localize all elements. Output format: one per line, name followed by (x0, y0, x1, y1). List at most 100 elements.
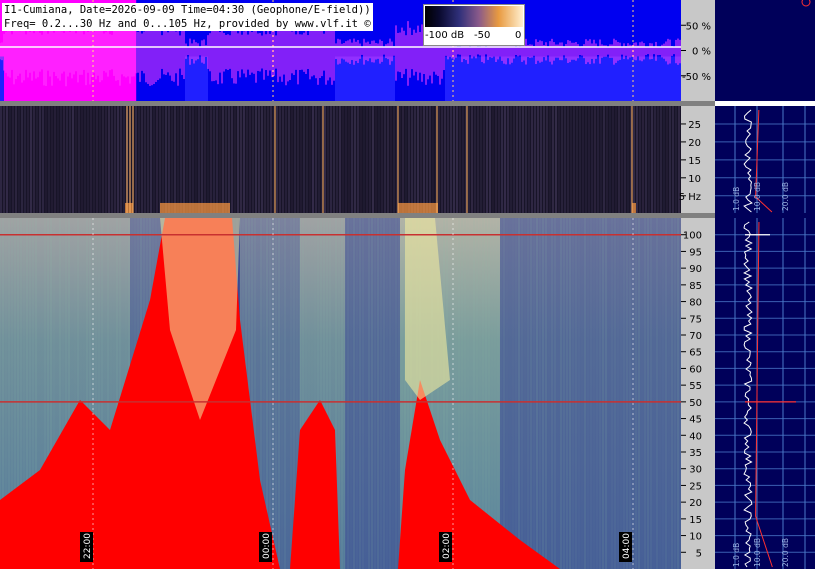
low-noise-column (633, 106, 635, 213)
low-noise-column (192, 106, 194, 213)
low-noise-column (66, 106, 68, 213)
low-noise-column (102, 106, 104, 213)
low-noise-column (588, 106, 590, 213)
high-tick-label: 40 (689, 431, 702, 442)
low-noise-column (657, 106, 659, 213)
low-noise-column (651, 106, 653, 213)
low-noise-column (306, 106, 308, 213)
low-noise-column (336, 106, 338, 213)
low-noise-column (387, 106, 389, 213)
low-noise-column (60, 106, 62, 213)
low-noise-column (405, 106, 407, 213)
low-noise-column (279, 106, 281, 213)
low-noise-column (519, 106, 521, 213)
low-noise-column (276, 106, 278, 213)
low-noise-column (168, 106, 170, 213)
low-noise-column (78, 106, 80, 213)
low-noise-column (582, 106, 584, 213)
low-noise-column (423, 106, 425, 213)
high-tick-label: 50 (689, 398, 702, 409)
low-burst (160, 202, 230, 213)
low-noise-column (513, 106, 515, 213)
colorbar-legend: -100 dB -50 0 (423, 4, 525, 46)
low-noise-column (552, 106, 554, 213)
low-noise-column (621, 106, 623, 213)
low-noise-column (159, 106, 161, 213)
low-noise-column (294, 106, 296, 213)
low-noise-column (585, 106, 587, 213)
low-noise-column (204, 106, 206, 213)
low-noise-column (75, 106, 77, 213)
low-noise-column (636, 106, 638, 213)
low-noise-column (114, 106, 116, 213)
panel-separator (0, 101, 715, 106)
low-noise-column (144, 106, 146, 213)
low-noise-column (669, 106, 671, 213)
low-noise-column (291, 106, 293, 213)
low-noise-column (666, 106, 668, 213)
amplitude-quiet-region (335, 56, 395, 101)
low-noise-column (534, 106, 536, 213)
low-noise-column (555, 106, 557, 213)
low-tick-label: 5 Hz (679, 192, 701, 203)
low-noise-column (372, 106, 374, 213)
low-noise-column (90, 106, 92, 213)
low-noise-column (237, 106, 239, 213)
low-noise-column (600, 106, 602, 213)
low-noise-column (54, 106, 56, 213)
low-noise-column (243, 106, 245, 213)
colorbar-label-mid: -50 (474, 30, 491, 41)
low-noise-column (648, 106, 650, 213)
time-tick-label: 04:00 (622, 533, 632, 559)
low-noise-column (39, 106, 41, 213)
low-noise-column (618, 106, 620, 213)
low-noise-column (327, 106, 329, 213)
low-noise-column (228, 106, 230, 213)
low-noise-column (345, 106, 347, 213)
spectrum-scale-label: 10.0 dB (753, 182, 762, 211)
low-noise-column (438, 106, 440, 213)
low-noise-column (447, 106, 449, 213)
low-noise-column (420, 106, 422, 213)
low-noise-column (369, 106, 371, 213)
low-noise-column (591, 106, 593, 213)
low-noise-column (531, 106, 533, 213)
colorbar-label-max: 0 (515, 30, 522, 41)
low-noise-column (297, 106, 299, 213)
high-tick-label: 30 (689, 465, 702, 476)
low-tick-label: 20 (688, 138, 701, 149)
low-noise-column (672, 106, 674, 213)
low-noise-column (444, 106, 446, 213)
spectrum-panel-bg (715, 218, 815, 569)
amplitude-quiet-region (445, 56, 681, 101)
low-noise-column (402, 106, 404, 213)
low-noise-column (627, 106, 629, 213)
low-noise-column (72, 106, 74, 213)
amplitude-tick-label: -50 % (682, 72, 711, 83)
time-tick-label: 22:00 (83, 533, 93, 559)
low-noise-column (24, 106, 26, 213)
low-noise-column (597, 106, 599, 213)
low-noise-column (48, 106, 50, 213)
low-noise-column (207, 106, 209, 213)
low-noise-column (57, 106, 59, 213)
high-tick-label: 85 (689, 281, 702, 292)
low-noise-column (288, 106, 290, 213)
low-noise-column (474, 106, 476, 213)
low-noise-column (477, 106, 479, 213)
spectrum-top-gap (715, 101, 815, 106)
low-noise-column (537, 106, 539, 213)
low-tick-label: 25 (688, 120, 701, 131)
panel-separator-2 (0, 213, 715, 218)
low-noise-column (441, 106, 443, 213)
low-noise-column (675, 106, 677, 213)
low-noise-column (219, 106, 221, 213)
low-noise-column (216, 106, 218, 213)
low-noise-column (456, 106, 458, 213)
low-noise-column (150, 106, 152, 213)
low-noise-column (615, 106, 617, 213)
low-noise-column (222, 106, 224, 213)
low-noise-column (378, 106, 380, 213)
time-tick: 04:00 (619, 532, 632, 562)
low-noise-column (495, 106, 497, 213)
